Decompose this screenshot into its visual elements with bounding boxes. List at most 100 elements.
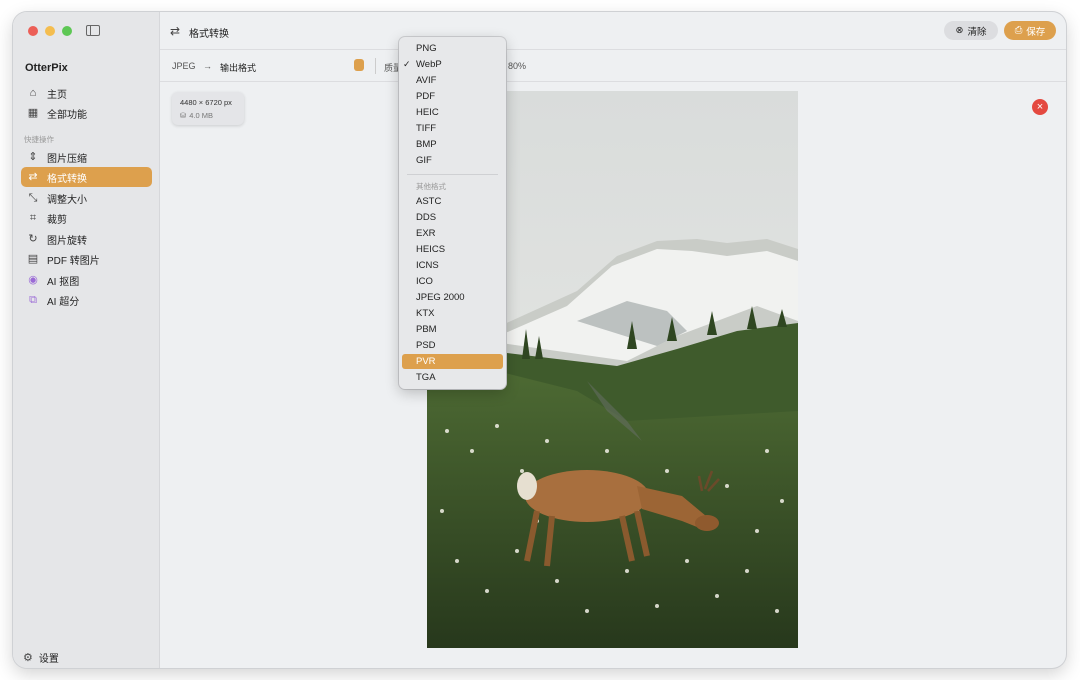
convert-icon: ⇄ bbox=[28, 170, 38, 183]
sidebar-item-home[interactable]: ⌂ 主页 bbox=[21, 83, 152, 103]
format-option-label: HEICS bbox=[416, 244, 446, 255]
sidebar-item-crop[interactable]: ⌗ 裁剪 bbox=[21, 208, 152, 228]
toolbar: JPEG → 输出格式 质量 80% bbox=[160, 50, 1066, 82]
arrow-icon: → bbox=[203, 61, 212, 71]
save-button[interactable]: ⎙ 保存 bbox=[1004, 21, 1056, 40]
format-option-label: KTX bbox=[416, 308, 435, 319]
format-option-label: DDS bbox=[416, 212, 437, 223]
format-option-heics[interactable]: HEICS bbox=[402, 242, 503, 257]
format-option-label: PBM bbox=[416, 324, 437, 335]
format-option-ico[interactable]: ICO bbox=[402, 274, 503, 289]
settings-label: 设置 bbox=[38, 654, 59, 665]
sidebar-toggle-icon[interactable] bbox=[86, 25, 100, 36]
file-size: 4.0 MB bbox=[189, 111, 214, 120]
format-option-astc[interactable]: ASTC bbox=[402, 194, 503, 209]
grid-icon: ▦ bbox=[27, 106, 39, 119]
sidebar-item-pdf[interactable]: ▤ PDF 转图片 bbox=[21, 249, 152, 269]
format-option-label: PSD bbox=[416, 340, 436, 351]
compress-icon: ⇕ bbox=[28, 150, 38, 163]
format-option-ktx[interactable]: KTX bbox=[402, 306, 503, 321]
format-option-tga[interactable]: TGA bbox=[402, 370, 503, 385]
page-title: 格式转换 bbox=[189, 29, 229, 40]
remove-image-button[interactable]: × bbox=[1032, 99, 1048, 115]
sidebar-item-compress[interactable]: ⇕ 图片压缩 bbox=[21, 147, 152, 167]
app-name: OtterPix bbox=[25, 62, 68, 74]
close-window-button[interactable] bbox=[28, 26, 38, 36]
format-option-png[interactable]: PNG bbox=[402, 41, 503, 56]
sidebar: OtterPix ⌂ 主页 ▦ 全部功能 快捷操作 ⇕ 图片压缩 ⇄ 格式转换 … bbox=[13, 12, 160, 668]
source-format: JPEG bbox=[172, 61, 196, 71]
sidebar-item-label: 主页 bbox=[47, 89, 67, 101]
zoom-window-button[interactable] bbox=[62, 26, 72, 36]
format-option-avif[interactable]: AVIF bbox=[402, 73, 503, 88]
window-controls bbox=[28, 26, 72, 36]
sidebar-item-ai-cutout[interactable]: ◉ AI 抠图 bbox=[21, 270, 152, 290]
sidebar-item-all-features[interactable]: ▦ 全部功能 bbox=[21, 103, 152, 123]
format-option-label: WebP bbox=[416, 59, 442, 70]
sidebar-item-rotate[interactable]: ↻ 图片旋转 bbox=[21, 229, 152, 249]
save-icon: ⎙ bbox=[1014, 25, 1023, 36]
format-option-label: PNG bbox=[416, 43, 437, 54]
sidebar-item-label: AI 超分 bbox=[47, 296, 80, 308]
format-option-gif[interactable]: GIF bbox=[402, 153, 503, 168]
format-option-pvr[interactable]: PVR bbox=[402, 354, 503, 369]
sidebar-item-label: 图片压缩 bbox=[47, 153, 87, 165]
file-info-card: 4480 × 6720 px ⛁ 4.0 MB bbox=[172, 92, 244, 125]
gear-icon: ⚙ bbox=[23, 652, 33, 664]
image-dimensions: 4480 × 6720 px bbox=[180, 98, 232, 107]
format-option-label: GIF bbox=[416, 155, 432, 166]
format-option-bmp[interactable]: BMP bbox=[402, 137, 503, 152]
output-format-select[interactable]: 输出格式 bbox=[220, 61, 256, 74]
format-dropdown-indicator[interactable] bbox=[354, 59, 364, 71]
titlebar: ⇄ 格式转换 ⊗ 清除 ⎙ 保存 bbox=[160, 12, 1066, 50]
save-label: 保存 bbox=[1026, 26, 1046, 38]
format-option-dds[interactable]: DDS bbox=[402, 210, 503, 225]
format-option-heic[interactable]: HEIC bbox=[402, 105, 503, 120]
format-option-tiff[interactable]: TIFF bbox=[402, 121, 503, 136]
format-option-exr[interactable]: EXR bbox=[402, 226, 503, 241]
pdf-icon: ▤ bbox=[27, 252, 39, 265]
sidebar-item-resize[interactable]: ⤡ 调整大小 bbox=[21, 188, 152, 208]
sidebar-item-label: PDF 转图片 bbox=[47, 255, 100, 267]
sidebar-item-label: 格式转换 bbox=[47, 173, 87, 185]
minimize-window-button[interactable] bbox=[45, 26, 55, 36]
format-option-webp[interactable]: WebP bbox=[402, 57, 503, 72]
clear-button[interactable]: ⊗ 清除 bbox=[944, 21, 998, 40]
format-option-pdf[interactable]: PDF bbox=[402, 89, 503, 104]
sidebar-item-label: 全部功能 bbox=[47, 109, 87, 121]
output-format-menu: ✓ 其他格式 PNG WebP AVIF PDF HEIC TIFF BMP GIF ASTC D… bbox=[399, 37, 506, 389]
format-option-label: PVR bbox=[416, 356, 436, 367]
format-option-jpeg-2000[interactable]: JPEG 2000 bbox=[402, 290, 503, 305]
sidebar-item-convert[interactable]: ⇄ 格式转换 bbox=[21, 167, 152, 187]
main-area: ⇄ 格式转换 ⊗ 清除 ⎙ 保存 JPEG → 输出格式 质量 80% 4480… bbox=[160, 12, 1066, 668]
format-option-label: AVIF bbox=[416, 75, 437, 86]
format-option-label: EXR bbox=[416, 228, 436, 239]
format-option-label: TIFF bbox=[416, 123, 437, 134]
sidebar-item-label: AI 抠图 bbox=[47, 276, 80, 288]
clear-icon: ⊗ bbox=[955, 25, 964, 36]
format-option-label: TGA bbox=[416, 372, 436, 383]
disk-icon: ⛁ bbox=[180, 111, 187, 120]
menu-section-other: 其他格式 bbox=[416, 182, 446, 191]
home-icon: ⌂ bbox=[29, 86, 37, 99]
settings-button[interactable]: ⚙ 设置 bbox=[23, 650, 59, 665]
app-window: OtterPix ⌂ 主页 ▦ 全部功能 快捷操作 ⇕ 图片压缩 ⇄ 格式转换 … bbox=[13, 12, 1066, 668]
ai-cutout-icon: ◉ bbox=[28, 273, 38, 286]
format-option-label: HEIC bbox=[416, 107, 439, 118]
section-label-quick-actions: 快捷操作 bbox=[24, 135, 54, 144]
format-option-psd[interactable]: PSD bbox=[402, 338, 503, 353]
sidebar-item-ai-upscale[interactable]: ⧉ AI 超分 bbox=[21, 290, 152, 310]
ai-upscale-icon: ⧉ bbox=[29, 293, 37, 306]
rotate-icon: ↻ bbox=[28, 232, 38, 245]
format-option-label: ASTC bbox=[416, 196, 442, 207]
crop-icon: ⌗ bbox=[29, 211, 37, 224]
resize-icon: ⤡ bbox=[28, 191, 38, 204]
convert-icon: ⇄ bbox=[170, 24, 181, 38]
format-option-icns[interactable]: ICNS bbox=[402, 258, 503, 273]
sidebar-item-label: 调整大小 bbox=[47, 194, 87, 206]
format-option-label: JPEG 2000 bbox=[416, 292, 465, 303]
sidebar-item-label: 图片旋转 bbox=[47, 235, 87, 247]
format-option-label: PDF bbox=[416, 91, 435, 102]
format-option-pbm[interactable]: PBM bbox=[402, 322, 503, 337]
format-option-label: BMP bbox=[416, 139, 437, 150]
